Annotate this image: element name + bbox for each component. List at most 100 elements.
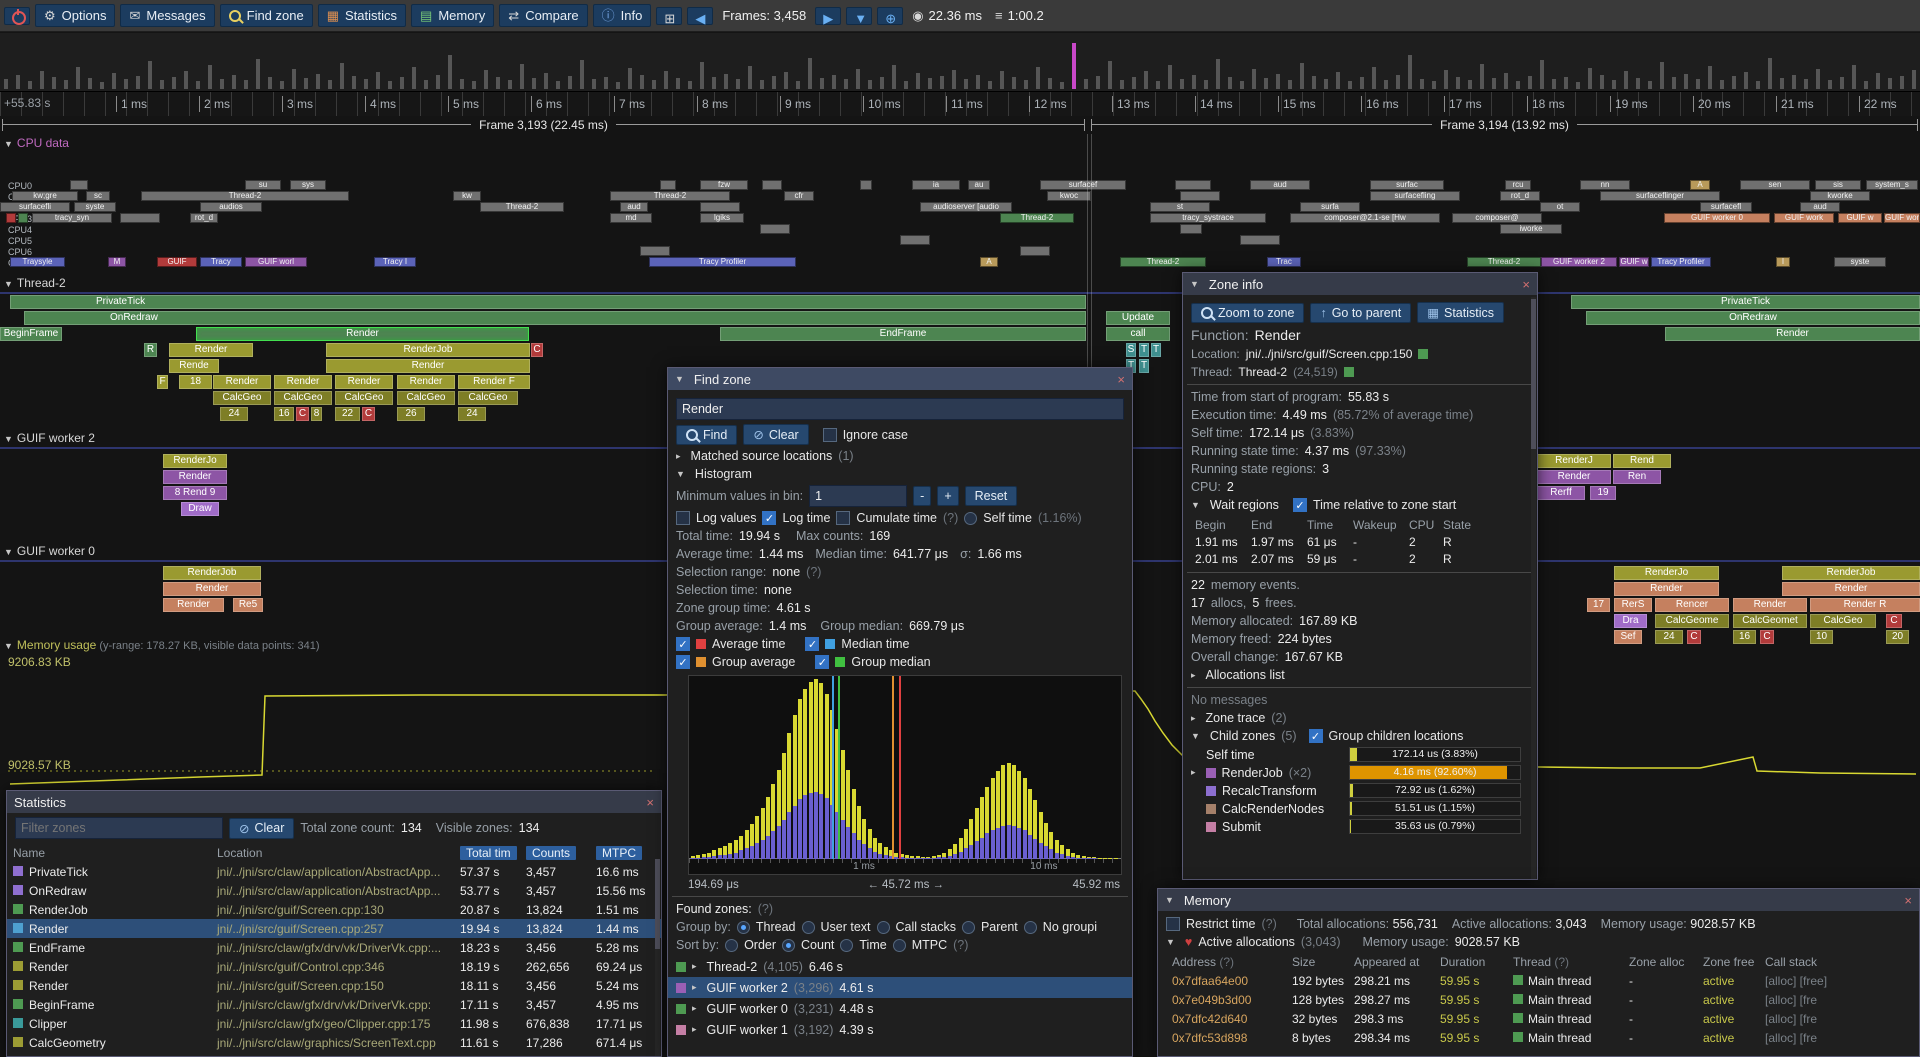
timeline-zone[interactable]: 20	[1886, 630, 1909, 644]
cpu-segment[interactable]: composer@2.1-se [Hw	[1290, 213, 1440, 223]
frame-bar[interactable]	[1384, 80, 1388, 89]
frame-bar[interactable]	[1588, 68, 1592, 89]
cpu-segment[interactable]: sen	[1740, 180, 1810, 190]
frame-bar[interactable]	[796, 81, 800, 89]
cpu-segment[interactable]	[900, 235, 930, 245]
timeline-zone[interactable]: Render	[1665, 327, 1920, 341]
stat-row[interactable]: OnRedrawjni/../jni/src/claw/application/…	[7, 881, 661, 900]
log-values-checkbox[interactable]	[676, 511, 690, 525]
cpu-segment[interactable]: tracy_syn	[32, 213, 112, 223]
frame-bar[interactable]	[1324, 79, 1328, 89]
wait-column-state[interactable]: State	[1443, 518, 1537, 532]
frame-bar[interactable]	[1552, 79, 1556, 89]
frame-bar[interactable]	[916, 73, 920, 89]
cpu-segment[interactable]: au	[968, 180, 990, 190]
frame-bar[interactable]	[772, 76, 776, 89]
frame-bar[interactable]	[1360, 77, 1364, 89]
timeline-zone[interactable]: PrivateTick	[1571, 295, 1920, 309]
frame-bar[interactable]	[1180, 79, 1184, 89]
expand-icon[interactable]: ▸	[692, 1003, 697, 1014]
frame-bar[interactable]	[868, 80, 872, 89]
statistics-titlebar[interactable]: Statistics ×	[7, 791, 661, 813]
frame-bar[interactable]	[292, 69, 296, 89]
timeline-zone[interactable]: CalcGeome	[1655, 614, 1729, 628]
column-header-zone-alloc[interactable]: Zone alloc	[1629, 955, 1703, 969]
timeline-zone[interactable]: C	[362, 407, 375, 421]
frame-bar[interactable]	[256, 59, 260, 89]
frame-bar[interactable]	[1252, 69, 1256, 89]
decrement-button[interactable]: -	[913, 486, 931, 506]
collapse-icon[interactable]: ▼	[676, 469, 685, 479]
frame-bar[interactable]	[1744, 72, 1748, 89]
cpu-segment[interactable]: surfacefling	[1370, 191, 1460, 201]
frame-bar[interactable]	[1012, 77, 1016, 89]
timeline-zone[interactable]: RenderJob	[1782, 566, 1920, 580]
timeline-zone[interactable]: Rende	[169, 359, 219, 373]
allocation-row[interactable]: 0x7dfaa64e00192 bytes298.21 ms59.95 sMai…	[1158, 971, 1919, 990]
frame-bar[interactable]	[16, 75, 20, 89]
frame-bar[interactable]	[1060, 82, 1064, 89]
timeline-zone[interactable]: RenderJob	[326, 343, 530, 357]
frame-bar[interactable]	[340, 63, 344, 89]
frame-bar[interactable]	[496, 77, 500, 89]
timeline-zone[interactable]: CalcGeo	[458, 391, 518, 405]
frame-bar[interactable]	[976, 75, 980, 89]
sort-by-radio-time[interactable]	[840, 939, 853, 952]
frame-bar[interactable]	[1312, 76, 1316, 89]
zone-info-titlebar[interactable]: ▼ Zone info ×	[1183, 273, 1537, 295]
frame-bar[interactable]	[628, 68, 632, 89]
frame-bar[interactable]	[1612, 80, 1616, 89]
timeline-zone[interactable]: 16	[1733, 630, 1756, 644]
frame-bar[interactable]	[808, 58, 812, 89]
frame-bar[interactable]	[184, 71, 188, 89]
group-by-radio-parent[interactable]	[962, 921, 975, 934]
timeline-zone[interactable]: R	[144, 343, 157, 357]
cpu-segment[interactable]: GUIF worl	[245, 257, 307, 267]
frame-bar[interactable]	[1456, 77, 1460, 89]
frame-bar[interactable]	[1528, 76, 1532, 89]
frame-bar[interactable]	[1336, 72, 1340, 89]
frame-bar[interactable]	[1696, 79, 1700, 89]
thread-header-guif-worker-0[interactable]: ▼GUIF worker 0	[4, 544, 95, 558]
frame-bar[interactable]	[412, 67, 416, 89]
timeline-zone[interactable]: F	[157, 375, 168, 389]
collapse-icon[interactable]: ▼	[1190, 279, 1199, 289]
frame-bar[interactable]	[1168, 65, 1172, 89]
timeline-zone[interactable]: CalcGeo	[335, 391, 393, 405]
allocation-row[interactable]: 0x7dfc42d64032 bytes298.3 ms59.95 sMain …	[1158, 1009, 1919, 1028]
timeline-zone[interactable]: Update	[1106, 311, 1170, 325]
frame-bar[interactable]	[136, 76, 140, 89]
timeline-zone[interactable]: 26	[397, 407, 425, 421]
frame-bar[interactable]	[1648, 81, 1652, 89]
find-button[interactable]: Find	[676, 425, 737, 445]
ignore-case-checkbox[interactable]	[823, 428, 837, 442]
help-icon[interactable]: (?)	[953, 938, 968, 952]
next-frame-button[interactable]: ▶	[815, 7, 841, 25]
cpu-segment[interactable]: cfr	[784, 191, 814, 201]
frame-bar[interactable]	[1408, 55, 1412, 89]
frame-bar[interactable]	[712, 77, 716, 89]
cpu-segment[interactable]: Thread-2	[1120, 257, 1206, 267]
frame-bar[interactable]	[1672, 77, 1676, 89]
cpu-segment[interactable]: iworke	[1500, 224, 1562, 234]
thread-header-thread-2[interactable]: ▼Thread-2	[4, 276, 66, 290]
cpu-segment[interactable]	[1180, 191, 1220, 201]
frame-bar[interactable]	[436, 75, 440, 89]
timeline-zone[interactable]: 19	[1590, 486, 1616, 500]
cpu-segment[interactable]: nn	[1580, 180, 1630, 190]
frame-bar[interactable]	[1576, 82, 1580, 89]
cpu-segment[interactable]: Tracy I	[374, 257, 416, 267]
timeline-zone[interactable]: Render	[163, 582, 261, 596]
frame-bar[interactable]	[1864, 81, 1868, 89]
allocations-table-header[interactable]: Address (?)SizeAppeared atDurationThread…	[1158, 953, 1919, 971]
thread-color-swatch[interactable]	[1344, 367, 1354, 377]
cpu-segment[interactable]: surfaceflinger	[1600, 191, 1720, 201]
frame-bar[interactable]	[664, 71, 668, 89]
thread-header-guif-worker-2[interactable]: ▼GUIF worker 2	[4, 431, 95, 445]
frame-bar[interactable]	[1804, 79, 1808, 89]
timeline-zone[interactable]: T	[1151, 343, 1161, 357]
frame-bar[interactable]	[1636, 78, 1640, 89]
cpu-segment[interactable]: surfacefli	[0, 202, 70, 212]
timeline-zone[interactable]: Rend	[1613, 454, 1671, 468]
frame-bar[interactable]	[52, 77, 56, 89]
